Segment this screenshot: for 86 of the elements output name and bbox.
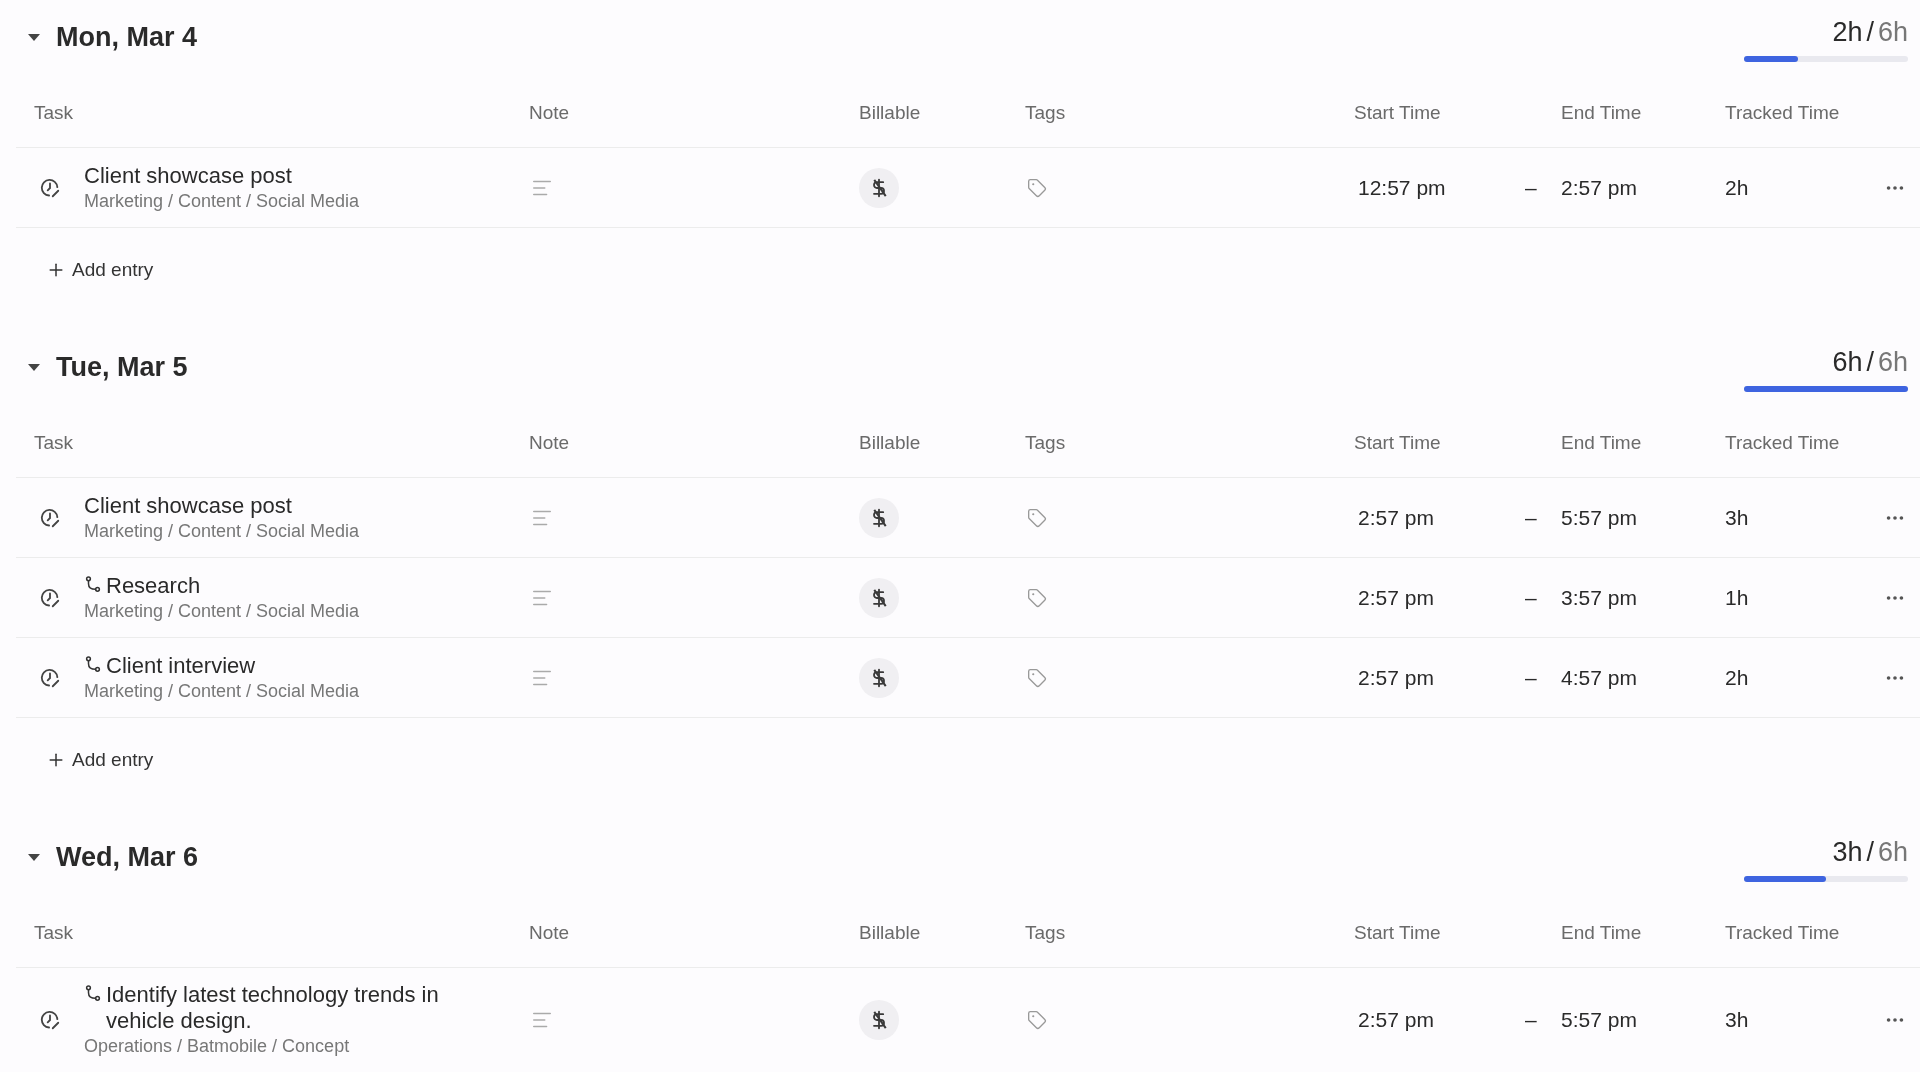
slash-divider: /: [1866, 835, 1874, 869]
task-path: Marketing / Content / Social Media: [84, 189, 361, 213]
time-dash: –: [1525, 1007, 1537, 1034]
daily-goal: 6h: [1877, 15, 1908, 49]
tracked-total: 3h: [1832, 835, 1863, 869]
time-dash: –: [1525, 664, 1537, 691]
time-dash: –: [1525, 504, 1537, 531]
timer-edit-icon[interactable]: [39, 586, 61, 609]
tracked-time: 2h: [1725, 174, 1749, 201]
tag-icon[interactable]: [1027, 1010, 1047, 1030]
column-header: End Time: [1561, 431, 1642, 453]
subtask-icon: [84, 654, 102, 673]
tag-icon[interactable]: [1027, 177, 1047, 198]
column-header: Start Time: [1354, 101, 1441, 123]
add-entry-button[interactable]: Add entry: [46, 745, 154, 775]
column-header: Tags: [1025, 921, 1066, 943]
column-header: Note: [529, 431, 570, 453]
day-heading: Tue, Mar 5: [56, 350, 188, 384]
column-header: Tags: [1025, 431, 1066, 453]
task-path: Marketing / Content / Social Media: [84, 679, 361, 703]
collapse-caret-icon[interactable]: [28, 853, 40, 861]
column-header: Task: [34, 101, 74, 123]
billable-toggle[interactable]: [859, 1000, 899, 1040]
column-header: Tags: [1025, 101, 1066, 123]
day-heading: Wed, Mar 6: [56, 840, 199, 874]
column-header: Billable: [859, 101, 921, 123]
start-time[interactable]: 2:57 pm: [1354, 661, 1434, 694]
tracked-time: 3h: [1725, 1007, 1749, 1034]
end-time[interactable]: 3:57 pm: [1561, 581, 1637, 614]
slash-divider: /: [1866, 345, 1874, 379]
timer-edit-icon[interactable]: [39, 176, 61, 199]
task-path: Marketing / Content / Social Media: [84, 599, 361, 623]
column-header: Billable: [859, 921, 921, 943]
column-header: Task: [34, 921, 74, 943]
billable-toggle[interactable]: [859, 497, 899, 538]
start-time[interactable]: 12:57 pm: [1354, 171, 1446, 204]
task-title[interactable]: Identify latest technology trends in vehicle design.: [106, 982, 486, 1034]
time-dash: –: [1525, 584, 1537, 611]
collapse-caret-icon[interactable]: [28, 33, 40, 41]
subtask-icon: [84, 574, 102, 593]
end-time[interactable]: 4:57 pm: [1561, 661, 1637, 694]
column-header: Note: [529, 921, 570, 943]
start-time[interactable]: 2:57 pm: [1354, 501, 1434, 534]
tag-icon[interactable]: [1027, 507, 1047, 528]
column-header: Tracked Time: [1725, 921, 1840, 943]
end-time[interactable]: 2:57 pm: [1561, 171, 1637, 204]
tracked-total: 2h: [1832, 15, 1863, 49]
billable-toggle[interactable]: [859, 167, 899, 208]
end-time[interactable]: 5:57 pm: [1561, 1004, 1637, 1036]
start-time[interactable]: 2:57 pm: [1354, 1004, 1434, 1036]
timer-edit-icon[interactable]: [39, 1009, 61, 1031]
column-header: Note: [529, 101, 570, 123]
slash-divider: /: [1866, 15, 1874, 49]
add-entry-button[interactable]: Add entry: [46, 255, 154, 285]
tracked-time: 3h: [1725, 504, 1749, 531]
billable-toggle[interactable]: [859, 577, 899, 618]
column-header: Tracked Time: [1725, 431, 1840, 453]
column-header: Billable: [859, 431, 921, 453]
task-title[interactable]: Client interview: [106, 652, 256, 679]
start-time[interactable]: 2:57 pm: [1354, 581, 1434, 614]
timer-edit-icon[interactable]: [39, 506, 61, 529]
tracked-time: 2h: [1725, 664, 1749, 691]
column-header: End Time: [1561, 921, 1642, 943]
end-time[interactable]: 5:57 pm: [1561, 501, 1637, 534]
task-title[interactable]: Client showcase post: [84, 162, 292, 189]
tracked-time: 1h: [1725, 584, 1749, 611]
task-title[interactable]: Research: [106, 572, 201, 599]
billable-toggle[interactable]: [859, 657, 899, 698]
tag-icon[interactable]: [1027, 587, 1047, 608]
tag-icon[interactable]: [1027, 667, 1047, 688]
task-title[interactable]: Client showcase post: [84, 492, 292, 519]
time-dash: –: [1525, 174, 1537, 201]
timer-edit-icon[interactable]: [39, 666, 61, 689]
collapse-caret-icon[interactable]: [28, 363, 40, 371]
column-header: Task: [34, 431, 74, 453]
column-header: End Time: [1561, 101, 1642, 123]
tracked-total: 6h: [1832, 345, 1863, 379]
subtask-icon: [84, 984, 102, 1002]
column-header: Start Time: [1354, 431, 1441, 453]
task-path: Operations / Batmobile / Concept: [84, 1035, 351, 1058]
column-header: Start Time: [1354, 921, 1441, 943]
daily-goal: 6h: [1877, 835, 1908, 869]
column-header: Tracked Time: [1725, 101, 1840, 123]
daily-goal: 6h: [1877, 345, 1908, 379]
day-heading: Mon, Mar 4: [56, 20, 197, 54]
task-path: Marketing / Content / Social Media: [84, 519, 361, 543]
